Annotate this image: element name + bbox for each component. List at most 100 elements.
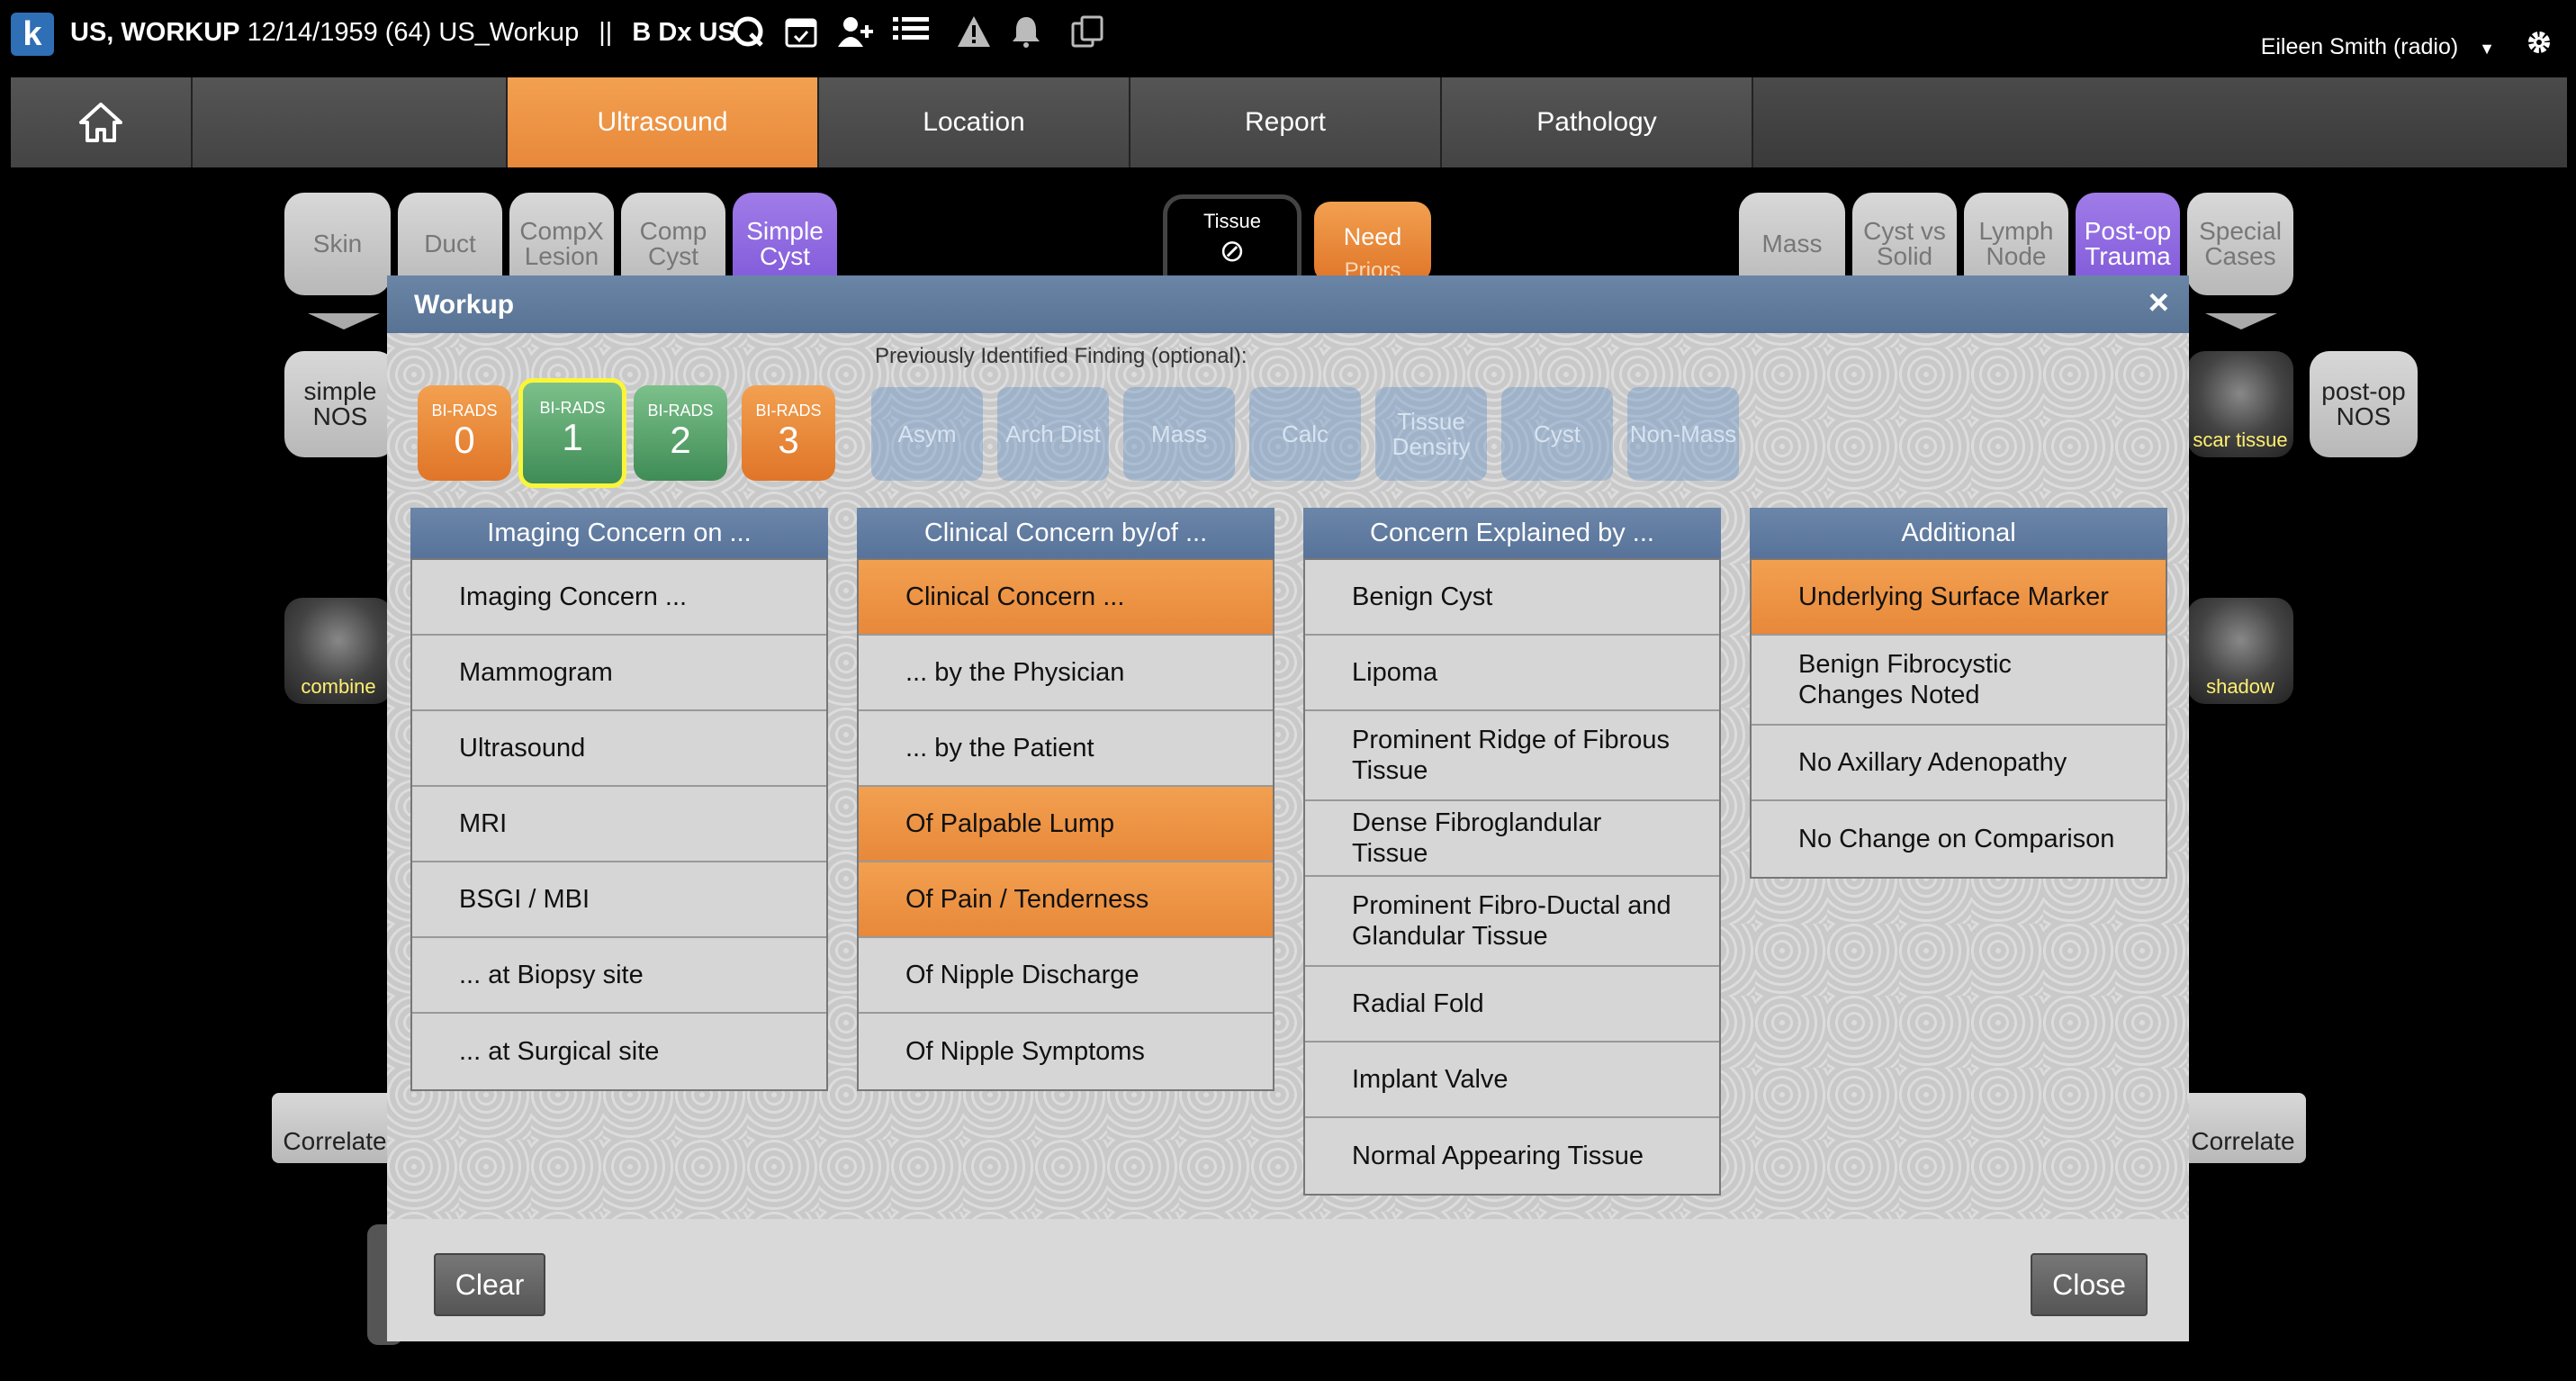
column-header: Imaging Concern on ... [410,508,828,558]
simple-nos-button[interactable]: simple NOS [284,351,396,457]
search-q-icon[interactable] [729,14,769,54]
skin-button[interactable]: Skin [284,193,391,295]
chevron-down-icon: ▼ [2479,40,2495,58]
list-item[interactable]: Of Nipple Symptoms [859,1014,1273,1089]
user-menu[interactable]: Eileen Smith (radio) ▼ [2261,34,2495,60]
copy-icon[interactable] [1067,14,1107,54]
previous-finding-label: Previously Identified Finding (optional)… [875,344,1247,368]
calendar-icon[interactable] [781,14,821,54]
modal-title: Workup [414,290,515,320]
list-item[interactable]: ... at Biopsy site [412,938,826,1014]
birads-label: BI-RADS [539,399,606,417]
birads-value: 0 [454,419,475,461]
additional-column: Additional Underlying Surface Marker Benig… [1750,508,2167,879]
post-op-nos-button[interactable]: post-op NOS [2310,351,2418,457]
list-item[interactable]: No Axillary Adenopathy [1752,726,2166,801]
tissue-label: Tissue [1203,210,1261,232]
modal-footer: Clear Close [387,1219,2189,1341]
patient-info: 12/14/1959 (64) US_Workup [247,18,580,47]
option-list: Underlying Surface Marker Benign Fibrocys… [1750,558,2167,879]
list-item[interactable]: Imaging Concern ... [412,560,826,636]
birads-0-button[interactable]: BI-RADS 0 [418,385,511,481]
list-item[interactable]: Of Pain / Tenderness [859,862,1273,938]
close-button[interactable]: Close [2031,1253,2148,1316]
shadow-thumbnail[interactable]: shadow [2187,598,2293,704]
column-header: Clinical Concern by/of ... [857,508,1274,558]
list-item[interactable]: Of Palpable Lump [859,787,1273,862]
birads-1-button[interactable]: BI-RADS 1 [518,378,626,488]
birads-2-button[interactable]: BI-RADS 2 [634,385,727,481]
add-user-icon[interactable] [835,14,875,54]
list-item[interactable]: Underlying Surface Marker [1752,560,2166,636]
tab-empty [193,77,508,167]
list-item[interactable]: Prominent Ridge of Fibrous Tissue [1305,711,1719,801]
correlate-right-button[interactable]: Correlate [2180,1093,2306,1163]
home-button[interactable] [11,77,193,167]
birads-value: 2 [670,419,691,461]
scar-tissue-thumbnail[interactable]: scar tissue [2187,351,2293,457]
modal-header: Workup × [387,275,2189,333]
list-item[interactable]: Radial Fold [1305,967,1719,1043]
clinical-concern-column: Clinical Concern by/of ... Clinical Conce… [857,508,1274,1091]
patient-header: US, WORKUP 12/14/1959 (64) US_Workup || … [70,18,735,48]
list-icon[interactable] [891,14,931,54]
bell-icon[interactable] [1006,14,1046,54]
birads-label: BI-RADS [755,402,822,420]
finding-cyst-button[interactable]: Cyst [1501,387,1613,481]
list-item[interactable]: Implant Valve [1305,1043,1719,1118]
need-label: Need [1343,223,1402,250]
need-priors-button[interactable]: Need Priors [1314,202,1431,283]
list-item[interactable]: Benign Cyst [1305,560,1719,636]
finding-calc-button[interactable]: Calc [1249,387,1361,481]
exam-code: B Dx US [632,18,735,47]
home-icon [79,103,122,142]
finding-non-mass-button[interactable]: Non-Mass [1627,387,1739,481]
list-item[interactable]: Normal Appearing Tissue [1305,1118,1719,1194]
patient-name: US, WORKUP [70,18,240,47]
list-item[interactable]: Ultrasound [412,711,826,787]
list-item[interactable]: Clinical Concern ... [859,560,1273,636]
warning-icon[interactable] [954,14,994,54]
list-item[interactable]: Lipoma [1305,636,1719,711]
top-bar: k US, WORKUP 12/14/1959 (64) US_Workup |… [0,0,2576,72]
birads-value: 3 [778,419,799,461]
birads-value: 1 [562,416,583,458]
concern-explained-column: Concern Explained by ... Benign Cyst Lipom… [1303,508,1721,1196]
tab-pathology[interactable]: Pathology [1442,77,1753,167]
right-arrow-indicator [2205,313,2277,329]
correlate-left-button[interactable]: Correlate [272,1093,398,1163]
option-list: Clinical Concern ...... by the Physician… [857,558,1274,1091]
no-entry-icon: ⊘ [1219,234,1246,268]
list-item[interactable]: No Change on Comparison [1752,801,2166,877]
combine-thumbnail[interactable]: combine [284,598,392,704]
finding-arch-dist-button[interactable]: Arch Dist [997,387,1109,481]
close-icon[interactable]: × [2148,283,2169,323]
app-logo[interactable]: k [11,13,54,56]
list-item[interactable]: ... at Surgical site [412,1014,826,1089]
list-item[interactable]: Prominent Fibro-Ductal and Glandular Tis… [1305,877,1719,967]
list-item[interactable]: BSGI / MBI [412,862,826,938]
list-item[interactable]: Mammogram [412,636,826,711]
finding-asym-button[interactable]: Asym [871,387,983,481]
clear-button[interactable]: Clear [434,1253,545,1316]
list-item[interactable]: ... by the Physician [859,636,1273,711]
finding-mass-button[interactable]: Mass [1123,387,1235,481]
list-item[interactable]: Benign Fibrocystic Changes Noted [1752,636,2166,726]
birads-label: BI-RADS [647,402,714,420]
workup-modal: Workup × Previously Identified Finding (… [387,275,2189,1341]
tab-report[interactable]: Report [1130,77,1442,167]
option-list: Imaging Concern ... Mammogram Ultrasound MR… [410,558,828,1091]
gear-icon[interactable] [2526,29,2553,63]
special-cases-button[interactable]: Special Cases [2187,193,2293,295]
option-list: Benign Cyst Lipoma Prominent Ridge of Fibr… [1303,558,1721,1196]
birads-3-button[interactable]: BI-RADS 3 [742,385,835,481]
list-item[interactable]: ... by the Patient [859,711,1273,787]
list-item[interactable]: MRI [412,787,826,862]
tab-location[interactable]: Location [819,77,1130,167]
tab-ultrasound[interactable]: Ultrasound [508,77,819,167]
list-item[interactable]: Of Nipple Discharge [859,938,1273,1014]
header-separator: || [599,18,613,47]
list-item[interactable]: Dense Fibroglandular Tissue [1305,801,1719,877]
finding-tissue-density-button[interactable]: Tissue Density [1375,387,1487,481]
birads-label: BI-RADS [431,402,498,420]
